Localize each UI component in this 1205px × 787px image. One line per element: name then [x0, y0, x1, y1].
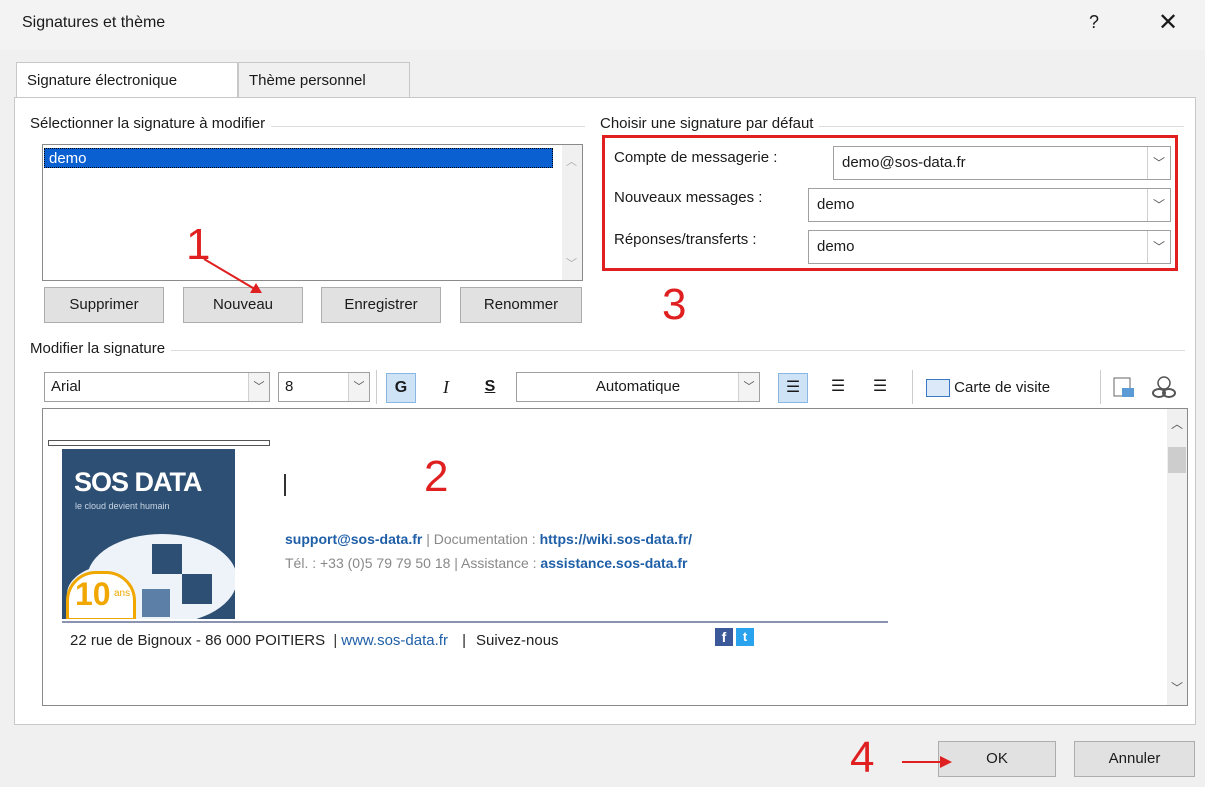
list-item[interactable]: demo — [44, 148, 553, 168]
window-title: Signatures et thème — [22, 14, 166, 31]
email-link[interactable]: support@sos-data.fr — [285, 531, 422, 547]
group-divider — [30, 350, 1185, 351]
annotation-2: 2 — [424, 452, 449, 501]
annotation-arrow-1 — [203, 258, 262, 293]
business-card-button[interactable]: Carte de visite — [926, 375, 1050, 401]
signature-list[interactable]: demo ︿ ﹀ — [42, 144, 583, 281]
size-value: 8 — [285, 378, 294, 395]
font-value: Arial — [51, 378, 82, 395]
text-cursor — [284, 474, 286, 496]
ok-button[interactable]: OK — [938, 741, 1056, 777]
size-select[interactable]: 8 ﹀ — [278, 372, 370, 402]
list-scrollbar[interactable]: ︿ ﹀ — [562, 145, 582, 280]
scroll-down-icon[interactable]: ﹀ — [566, 255, 577, 271]
cancel-button[interactable]: Annuler — [1074, 741, 1195, 777]
align-center-icon[interactable]: ☰ — [824, 373, 852, 401]
chevron-down-icon[interactable]: ﹀ — [1147, 147, 1170, 179]
edit-group-label: Modifier la signature — [30, 340, 172, 357]
replies-select[interactable]: demo ﹀ — [808, 230, 1171, 264]
logo-tagline: le cloud devient humain — [75, 501, 170, 511]
chevron-down-icon[interactable]: ﹀ — [1147, 231, 1170, 263]
select-group-label: Sélectionner la signature à modifier — [30, 115, 272, 132]
logo-years: 10 — [75, 576, 111, 612]
footer-separator: | — [462, 632, 467, 649]
doc-link[interactable]: https://wiki.sos-data.fr/ — [540, 531, 692, 547]
sos-data-logo: SOS DATA le cloud devient humain 10 ans — [62, 449, 235, 619]
editor-scrollbar[interactable]: ︿ ﹀ — [1167, 409, 1187, 705]
tab-signature[interactable]: Signature électronique — [16, 62, 238, 100]
align-right-icon[interactable]: ☰ — [866, 373, 894, 401]
insert-image-icon[interactable] — [1112, 376, 1136, 400]
annotation-4: 4 — [850, 733, 875, 782]
save-button[interactable]: Enregistrer — [321, 287, 441, 323]
anniversary-badge: 10 ans — [66, 571, 136, 619]
new-messages-select[interactable]: demo ﹀ — [808, 188, 1171, 222]
account-label: Compte de messagerie : — [614, 149, 778, 166]
help-button[interactable]: ? — [1089, 12, 1099, 33]
new-messages-value: demo — [817, 196, 855, 213]
toolbar-divider — [1100, 370, 1101, 404]
title-bar — [0, 0, 1205, 50]
font-select[interactable]: Arial ﹀ — [44, 372, 270, 402]
follow-text: Suivez-nous — [476, 632, 559, 649]
chevron-down-icon[interactable]: ﹀ — [738, 373, 759, 401]
logo-title: SOS DATA — [74, 467, 203, 497]
signature-line-1: support@sos-data.fr | Documentation : ht… — [285, 531, 692, 547]
assist-link[interactable]: assistance.sos-data.fr — [540, 555, 687, 571]
italic-button[interactable]: I — [432, 373, 460, 401]
bold-button[interactable]: G — [386, 373, 416, 403]
signature-divider — [62, 621, 888, 623]
logo-years-unit: ans — [114, 588, 131, 599]
business-card-label: Carte de visite — [954, 379, 1051, 396]
doc-separator: | Documentation : — [422, 531, 540, 547]
replies-value: demo — [817, 238, 855, 255]
tab-theme[interactable]: Thème personnel — [238, 62, 410, 98]
address-text: 22 rue de Bignoux - 86 000 POITIERS — [70, 632, 326, 649]
delete-button[interactable]: Supprimer — [44, 287, 164, 323]
twitter-icon[interactable]: t — [736, 628, 754, 646]
toolbar-divider — [376, 370, 377, 404]
annotation-arrow-4 — [902, 756, 952, 768]
assist-separator: | Assistance : — [450, 555, 541, 571]
replies-label: Réponses/transferts : — [614, 231, 757, 248]
scroll-thumb[interactable] — [1168, 447, 1186, 473]
rename-button[interactable]: Renommer — [460, 287, 582, 323]
color-value: Automatique — [595, 378, 681, 395]
facebook-icon[interactable]: f — [715, 628, 733, 646]
footer-separator: | — [333, 632, 338, 649]
scroll-up-icon[interactable]: ︿ — [1171, 415, 1183, 432]
close-button[interactable]: ✕ — [1158, 8, 1178, 37]
chevron-down-icon[interactable]: ﹀ — [248, 373, 269, 401]
chevron-down-icon[interactable]: ﹀ — [1147, 189, 1170, 221]
hyperlink-icon[interactable] — [1150, 376, 1178, 400]
color-select[interactable]: Automatique ﹀ — [516, 372, 760, 402]
site-link[interactable]: www.sos-data.fr — [341, 632, 448, 649]
new-messages-label: Nouveaux messages : — [614, 189, 763, 206]
underline-button[interactable]: S — [476, 373, 504, 401]
chevron-down-icon[interactable]: ﹀ — [348, 373, 369, 401]
scroll-up-icon[interactable]: ︿ — [566, 153, 577, 169]
business-card-icon — [926, 379, 950, 398]
phone-text: Tél. : +33 (0)5 79 79 50 18 — [285, 555, 451, 571]
account-select[interactable]: demo@sos-data.fr ﹀ — [833, 146, 1171, 180]
align-left-icon[interactable]: ☰ — [778, 373, 808, 403]
scroll-down-icon[interactable]: ﹀ — [1171, 679, 1183, 696]
toolbar-divider — [912, 370, 913, 404]
annotation-3: 3 — [662, 280, 687, 329]
image-handle — [48, 440, 270, 446]
default-group-label: Choisir une signature par défaut — [600, 115, 820, 132]
account-value: demo@sos-data.fr — [842, 154, 966, 171]
signature-footer: 22 rue de Bignoux - 86 000 POITIERS | www… — [70, 632, 559, 649]
signature-line-2: Tél. : +33 (0)5 79 79 50 18 | Assistance… — [285, 555, 687, 571]
